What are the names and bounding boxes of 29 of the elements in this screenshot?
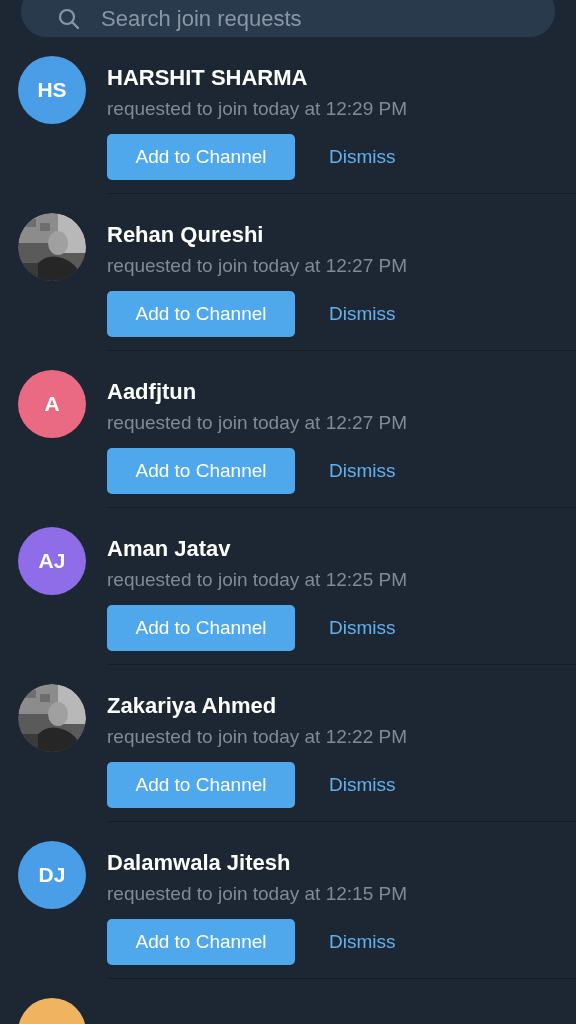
- add-to-channel-button[interactable]: Add to Channel: [107, 919, 295, 965]
- avatar[interactable]: DJ: [18, 841, 86, 909]
- request-time: requested to join today at 12:27 PM: [107, 255, 408, 277]
- user-name: HARSHIT SHARMA: [107, 65, 309, 92]
- user-name: Rehan Qureshi: [107, 222, 265, 249]
- dismiss-button[interactable]: Dismiss: [317, 774, 408, 796]
- avatar[interactable]: A: [18, 370, 86, 438]
- user-name: Aadfjtun: [107, 379, 198, 406]
- avatar[interactable]: HS: [18, 56, 86, 124]
- request-time: requested to join today at 12:22 PM: [107, 726, 408, 748]
- user-name: Dalamwala Jitesh: [107, 850, 292, 877]
- request-time: requested to join today at 12:29 PM: [107, 98, 408, 120]
- dismiss-button[interactable]: Dismiss: [317, 460, 408, 482]
- dismiss-button[interactable]: Dismiss: [317, 303, 408, 325]
- add-to-channel-button[interactable]: Add to Channel: [107, 291, 295, 337]
- search-field[interactable]: Search join requests: [21, 0, 555, 37]
- add-to-channel-button[interactable]: Add to Channel: [107, 605, 295, 651]
- request-time: requested to join today at 12:27 PM: [107, 412, 408, 434]
- dismiss-button[interactable]: Dismiss: [317, 617, 408, 639]
- dismiss-button[interactable]: Dismiss: [317, 146, 408, 168]
- avatar[interactable]: AJ: [18, 527, 86, 595]
- user-name: Aman Jatav: [107, 536, 232, 563]
- add-to-channel-button[interactable]: Add to Channel: [107, 762, 295, 808]
- request-time: requested to join today at 12:15 PM: [107, 883, 408, 905]
- dismiss-button[interactable]: Dismiss: [317, 931, 408, 953]
- user-name: Zakariya Ahmed: [107, 693, 278, 720]
- add-to-channel-button[interactable]: Add to Channel: [107, 134, 295, 180]
- request-time: requested to join today at 12:25 PM: [107, 569, 408, 591]
- add-to-channel-button[interactable]: Add to Channel: [107, 448, 295, 494]
